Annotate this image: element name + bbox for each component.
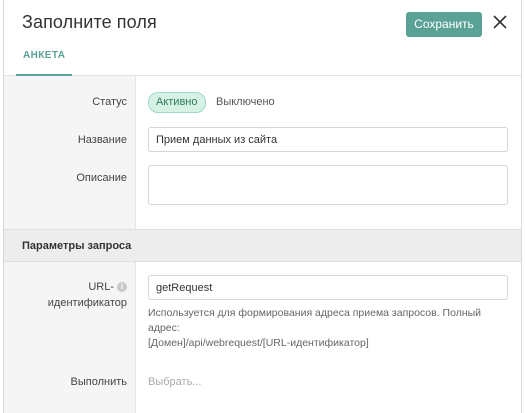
request-params-section-header: Параметры запроса — [4, 229, 521, 262]
status-label: Статус — [92, 96, 127, 108]
close-icon[interactable] — [492, 14, 508, 30]
label-column-2: URL-i идентификатор Выполнить — [4, 262, 136, 413]
status-active-option[interactable]: Активно — [148, 92, 206, 113]
name-field[interactable] — [148, 127, 508, 152]
url-label-line2: идентификатор — [47, 297, 127, 309]
tab-anketa[interactable]: АНКЕТА — [16, 48, 73, 76]
request-form: URL-i идентификатор Выполнить Использует… — [4, 262, 521, 413]
description-label: Описание — [76, 172, 127, 184]
label-column: Статус Название Описание — [4, 76, 136, 229]
url-hint: Используется для формирования адреса при… — [148, 306, 510, 351]
hint-line-2: адрес: — [148, 322, 180, 334]
execute-label: Выполнить — [70, 376, 127, 388]
section-title: Параметры запроса — [22, 240, 132, 252]
main-form: Статус Название Описание Активно Выключе… — [4, 76, 521, 229]
url-identifier-field[interactable] — [148, 275, 508, 300]
tab-bar: АНКЕТА — [4, 48, 521, 76]
save-button[interactable]: Сохранить — [406, 12, 482, 37]
modal-dialog: Заполните поля Сохранить АНКЕТА Статус Н… — [3, 0, 522, 413]
execute-select[interactable]: Выбрать... — [148, 376, 201, 388]
description-field[interactable] — [148, 165, 508, 205]
url-label-line1: URL- — [88, 281, 114, 293]
hint-line-3: [Домен]/api/webrequest/[URL-идентификато… — [148, 337, 369, 349]
hint-line-1: Используется для формирования адреса при… — [148, 307, 482, 319]
url-label: URL-i — [88, 281, 127, 293]
dialog-header: Заполните поля Сохранить — [4, 0, 521, 48]
dialog-title: Заполните поля — [22, 12, 157, 32]
status-off-option[interactable]: Выключено — [216, 93, 275, 112]
info-icon[interactable]: i — [117, 282, 127, 292]
name-label: Название — [77, 134, 127, 146]
